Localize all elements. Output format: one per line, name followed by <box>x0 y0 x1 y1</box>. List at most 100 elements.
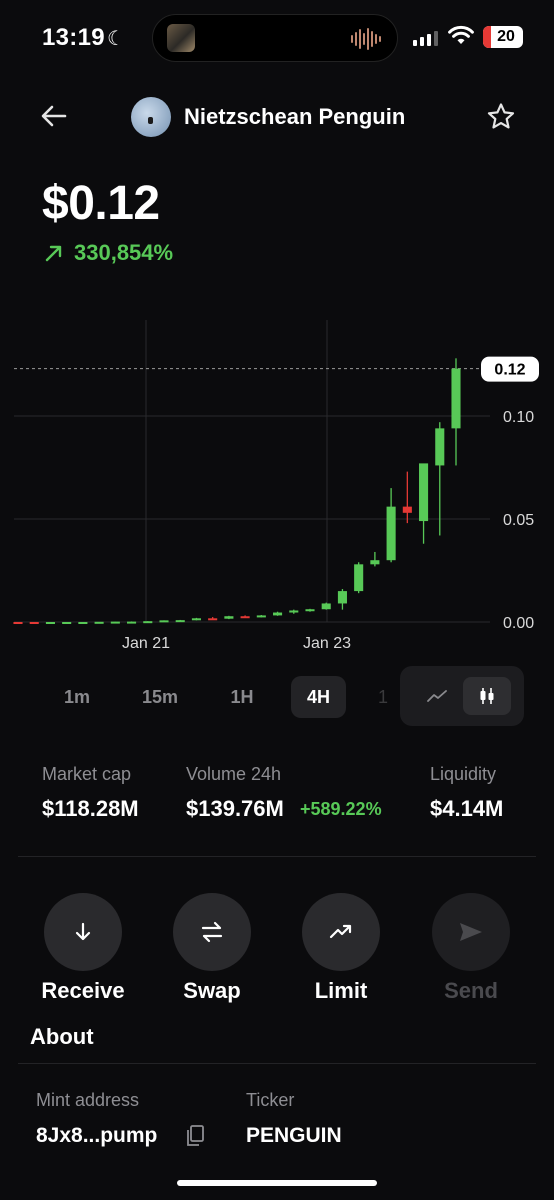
receive-button[interactable] <box>44 893 122 971</box>
candle <box>224 615 234 620</box>
candle <box>45 622 55 624</box>
coin-name: Nietzschean Penguin <box>184 104 406 129</box>
candle <box>354 562 364 594</box>
chart-type-toggle[interactable] <box>400 666 524 726</box>
candle-body <box>435 428 445 466</box>
candle <box>29 622 39 624</box>
candle <box>78 622 88 624</box>
candle-body <box>127 621 137 624</box>
divider <box>18 1063 536 1064</box>
trend-up-icon <box>329 924 352 939</box>
line-chart-icon[interactable] <box>416 677 458 715</box>
candle-body <box>256 615 266 618</box>
candle <box>273 611 283 616</box>
candle-body <box>159 620 169 623</box>
candle-body <box>451 368 461 429</box>
candle <box>321 602 331 610</box>
candle-body <box>370 560 380 565</box>
candle <box>240 615 250 619</box>
limit-label[interactable]: Limit <box>281 978 401 1004</box>
current-price: $0.12 <box>42 177 160 230</box>
media-thumbnail <box>167 24 195 52</box>
cellular-signal-icon <box>413 30 438 46</box>
arrow-left-icon[interactable] <box>38 100 70 132</box>
candle <box>191 617 201 621</box>
swap-label[interactable]: Swap <box>152 978 272 1004</box>
receive-label[interactable]: Receive <box>23 978 143 1004</box>
market-cap-value: $118.28M <box>42 796 139 821</box>
candle <box>143 621 153 624</box>
candle-body <box>45 622 55 624</box>
battery-indicator: 20 <box>483 26 523 48</box>
mint-address-label: Mint address <box>36 1090 140 1110</box>
candle-body <box>29 622 39 624</box>
candle <box>159 620 169 623</box>
candle <box>208 617 218 621</box>
timeframe-1m[interactable]: 1m <box>50 676 104 718</box>
limit-button[interactable] <box>302 893 380 971</box>
mint-address-value: 8Jx8...pump <box>36 1124 158 1147</box>
dynamic-island[interactable] <box>152 14 398 62</box>
candle-body <box>143 621 153 624</box>
x-axis-label: Jan 23 <box>303 635 351 652</box>
volume-label: Volume 24h <box>186 764 282 784</box>
candlestick-chart[interactable]: 0.10 0.05 0.00 0.12 Jan 21 Jan 23 <box>0 300 554 660</box>
status-bar: 13:19 ☾ 20 <box>0 0 554 76</box>
copy-icon[interactable] <box>184 1124 206 1148</box>
divider <box>18 856 536 857</box>
price-chart[interactable]: 0.10 0.05 0.00 0.12 Jan 21 Jan 23 <box>0 300 554 660</box>
candle-body <box>224 616 234 619</box>
send-icon <box>460 923 482 941</box>
candle <box>402 471 412 524</box>
y-axis-label: 0.10 <box>503 409 534 426</box>
liquidity-label: Liquidity <box>430 764 497 784</box>
candle-body <box>386 506 396 561</box>
timeframe-15m[interactable]: 15m <box>132 676 188 718</box>
volume-change: +589.22% <box>300 799 382 819</box>
about-heading: About <box>30 1024 94 1049</box>
candle-body <box>175 620 185 623</box>
volume-value: $139.76M <box>186 796 284 821</box>
candle-body <box>62 622 72 624</box>
candle-body <box>240 616 250 619</box>
candlestick-icon[interactable] <box>463 677 511 715</box>
timeframe-4h[interactable]: 4H <box>291 676 346 718</box>
battery-level: 20 <box>497 28 515 45</box>
candle <box>13 622 23 624</box>
swap-button[interactable] <box>173 893 251 971</box>
send-label[interactable]: Send <box>411 978 531 1004</box>
price-change: 330,854% <box>44 240 173 266</box>
candle-body <box>289 610 299 613</box>
candle <box>289 609 299 614</box>
send-button[interactable] <box>432 893 510 971</box>
home-indicator[interactable] <box>177 1180 377 1186</box>
candle-body <box>78 622 88 624</box>
candle <box>256 614 266 618</box>
candle-body <box>208 618 218 621</box>
candle <box>175 619 185 623</box>
star-icon[interactable] <box>485 101 517 133</box>
timeframe-overflow: 1 <box>378 686 389 707</box>
moon-icon: ☾ <box>107 28 125 50</box>
current-price-label: 0.12 <box>494 362 525 379</box>
liquidity-value: $4.14M <box>430 796 504 821</box>
ticker-label: Ticker <box>246 1090 295 1110</box>
swap-icon <box>201 921 223 943</box>
coin-avatar <box>131 97 171 137</box>
audio-wave-icon <box>351 27 381 51</box>
candle-body <box>305 609 315 612</box>
candle <box>337 589 347 610</box>
timeframe-1h[interactable]: 1H <box>216 676 268 718</box>
y-axis-label: 0.00 <box>503 615 534 632</box>
candle-body <box>354 564 364 592</box>
candle <box>305 608 315 612</box>
candle-body <box>13 622 23 624</box>
wifi-icon <box>448 25 474 44</box>
candle <box>435 422 445 536</box>
price-change-percent: 330,854% <box>74 240 174 265</box>
candle-body <box>94 621 104 624</box>
arrow-up-right-icon <box>45 245 62 262</box>
candle-body <box>273 612 283 616</box>
candle <box>419 463 429 544</box>
candle <box>370 551 380 567</box>
